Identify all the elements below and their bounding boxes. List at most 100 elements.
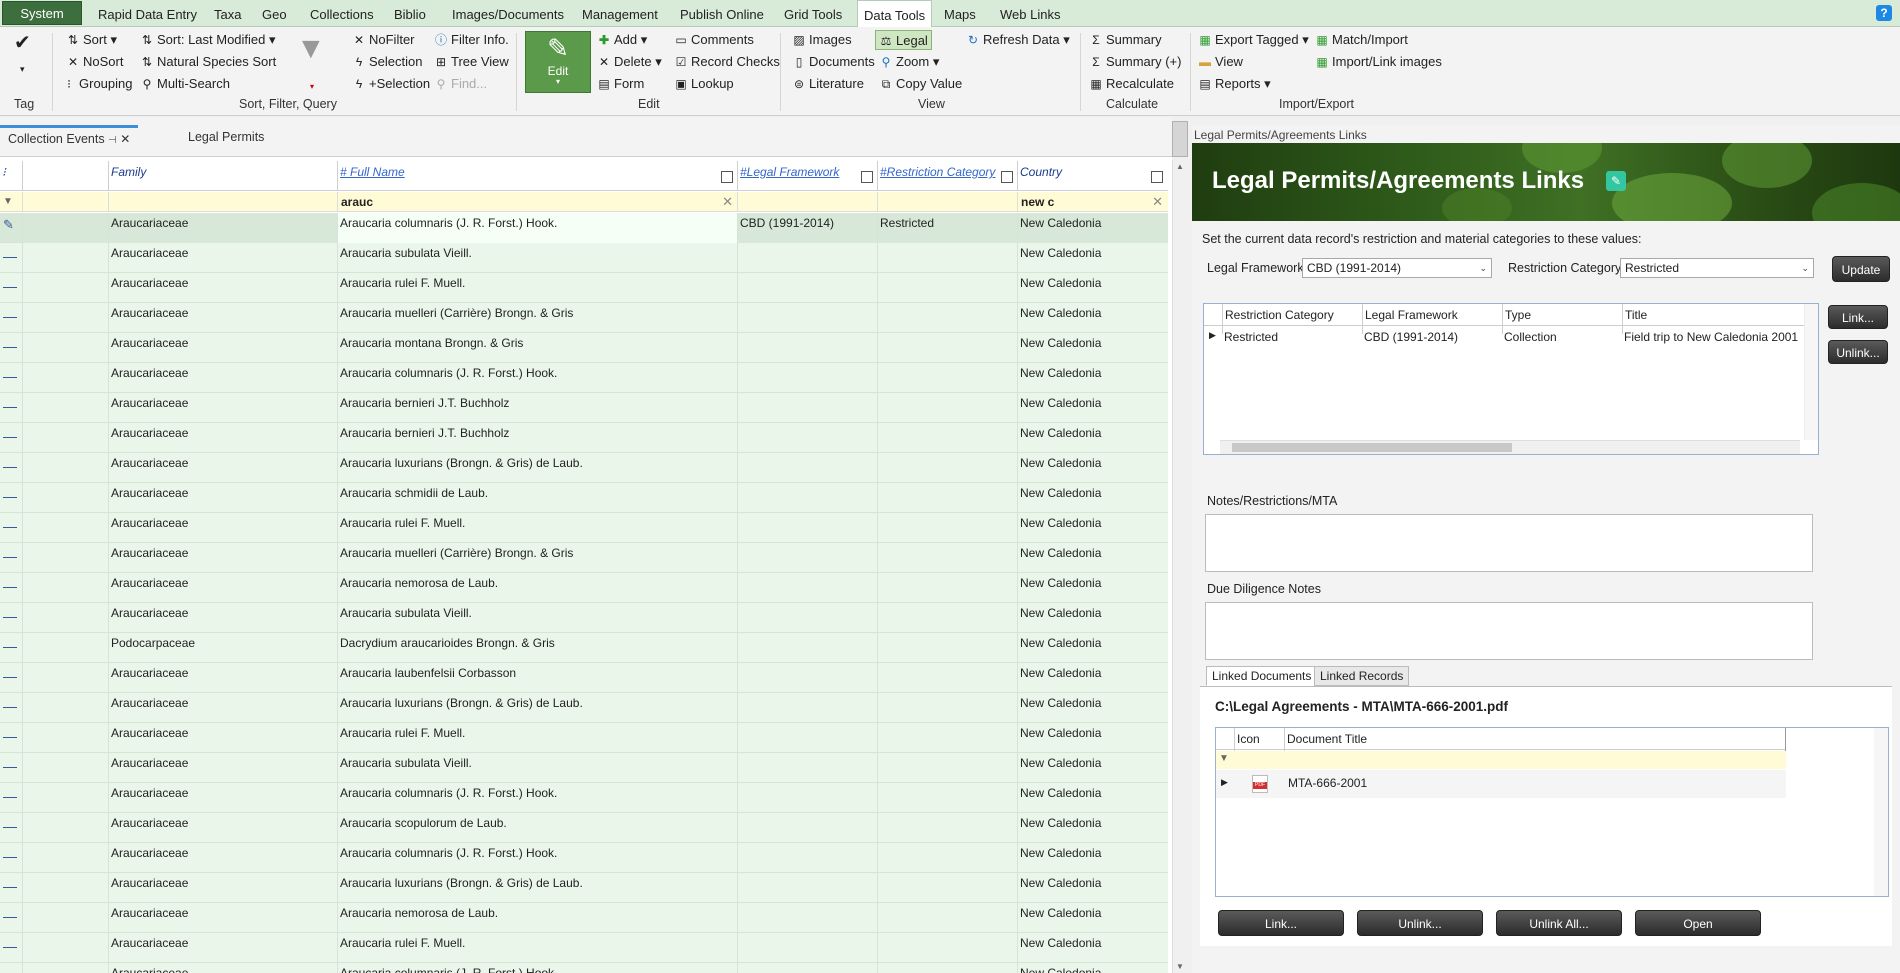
row-blank-cell[interactable] (22, 423, 108, 453)
cell-country[interactable]: New Caledonia (1017, 483, 1167, 513)
table-row[interactable]: Araucariaceae Araucaria muelleri (Carrièr… (0, 303, 1168, 333)
tag-checkmark-icon[interactable]: ✔ (14, 33, 31, 53)
row-blank-cell[interactable] (22, 963, 108, 973)
tab-data-tools[interactable]: Data Tools (857, 0, 933, 28)
cell-family[interactable]: Araucariaceae (108, 693, 337, 723)
tab-management[interactable]: Management (576, 0, 664, 27)
cell-restriction[interactable] (877, 333, 1017, 363)
cell-family[interactable]: Araucariaceae (108, 963, 337, 973)
table-row[interactable]: ✎ Araucariaceae Araucaria columnaris (J. R… (0, 213, 1168, 243)
funnel-dropdown-icon[interactable]: ▾ (310, 77, 314, 97)
cell-restriction[interactable] (877, 483, 1017, 513)
cell-full_name[interactable]: Araucaria subulata Vieill. (337, 753, 737, 783)
cell-legal_framework[interactable] (737, 243, 877, 273)
cell-family[interactable]: Araucariaceae (108, 423, 337, 453)
cell-full_name[interactable]: Araucaria luxurians (Brongn. & Gris) de … (337, 453, 737, 483)
table-row[interactable]: Araucariaceae Araucaria columnaris (J. R.… (0, 963, 1168, 973)
links-vertical-scrollbar[interactable] (1804, 304, 1818, 440)
filter-cell[interactable] (877, 192, 1017, 212)
lookup-button[interactable]: ▣ Lookup (674, 74, 733, 94)
legal-framework-select[interactable]: CBD (1991-2014) ⌄ (1302, 258, 1492, 278)
cell-legal_framework[interactable] (737, 693, 877, 723)
row-header-corner[interactable]: ⁝ (0, 161, 22, 191)
natural-species-sort-button[interactable]: ⇅ Natural Species Sort (140, 52, 276, 72)
reports-button[interactable]: ▤ Reports ▾ (1198, 74, 1270, 94)
cell-full_name[interactable]: Araucaria subulata Vieill. (337, 603, 737, 633)
cell-family[interactable]: Araucariaceae (108, 933, 337, 963)
cell-restriction[interactable] (877, 813, 1017, 843)
row-blank-cell[interactable] (22, 723, 108, 753)
cell-restriction[interactable] (877, 453, 1017, 483)
cell-restriction[interactable] (877, 393, 1017, 423)
cell-full_name[interactable]: Araucaria montana Brongn. & Gris (337, 333, 737, 363)
cell-legal_framework[interactable] (737, 723, 877, 753)
table-row[interactable]: Araucariaceae Araucaria schmidii de Laub.… (0, 483, 1168, 513)
comments-button[interactable]: ▭ Comments (674, 30, 754, 50)
row-blank-cell[interactable] (22, 363, 108, 393)
cell-legal_framework[interactable] (737, 813, 877, 843)
row-expand-icon[interactable]: ▶ (1209, 330, 1216, 341)
close-icon[interactable]: ✕ (120, 132, 130, 146)
cell-full_name[interactable]: Araucaria nemorosa de Laub. (337, 573, 737, 603)
row-blank-cell[interactable] (22, 333, 108, 363)
clear-filter-icon[interactable]: ✕ (1152, 192, 1163, 212)
cell-legal_framework[interactable] (737, 843, 877, 873)
row-blank-cell[interactable] (22, 873, 108, 903)
tree-view-button[interactable]: ⊞ Tree View (434, 52, 509, 72)
row-blank-cell[interactable] (22, 303, 108, 333)
cell-country[interactable]: New Caledonia (1017, 573, 1167, 603)
grouping-button[interactable]: ⁝ Grouping (62, 74, 132, 94)
view-button[interactable]: ▬ View (1198, 52, 1243, 72)
cell-full_name[interactable]: Araucaria luxurians (Brongn. & Gris) de … (337, 873, 737, 903)
cell-family[interactable]: Araucariaceae (108, 603, 337, 633)
legal-button[interactable]: ⚖ Legal (875, 30, 932, 50)
links-horizontal-scrollbar[interactable] (1220, 440, 1800, 454)
due-diligence-textarea[interactable] (1205, 602, 1813, 660)
cell-full_name[interactable]: Araucaria columnaris (J. R. Forst.) Hook… (337, 783, 737, 813)
tab-biblio[interactable]: Biblio (388, 0, 432, 27)
filter-cell[interactable] (108, 192, 337, 212)
tab-geo[interactable]: Geo (256, 0, 293, 27)
doc-link-button[interactable]: Link... (1218, 910, 1344, 936)
row-blank-cell[interactable] (22, 603, 108, 633)
cell-country[interactable]: New Caledonia (1017, 273, 1167, 303)
cell-restriction[interactable] (877, 633, 1017, 663)
tab-collections[interactable]: Collections (304, 0, 380, 27)
zoom-button[interactable]: ⚲ Zoom ▾ (879, 52, 940, 72)
cell-full_name[interactable]: Araucaria columnaris (J. R. Forst.) Hook… (337, 213, 737, 243)
sort-button[interactable]: ⇅ Sort ▾ (66, 30, 117, 50)
cell-legal_framework[interactable] (737, 573, 877, 603)
cell-full_name[interactable]: Araucaria columnaris (J. R. Forst.) Hook… (337, 843, 737, 873)
nosort-button[interactable]: ✕ NoSort (66, 52, 124, 72)
filter-full-name[interactable]: arauc ✕ (337, 192, 737, 212)
cell-family[interactable]: Araucariaceae (108, 303, 337, 333)
form-button[interactable]: ▤ Form (597, 74, 644, 94)
row-blank-cell[interactable] (22, 573, 108, 603)
cell-legal_framework[interactable] (737, 603, 877, 633)
cell-country[interactable]: New Caledonia (1017, 963, 1167, 973)
cell-restriction[interactable] (877, 753, 1017, 783)
cell-full_name[interactable]: Araucaria subulata Vieill. (337, 243, 737, 273)
cell-full_name[interactable]: Araucaria muelleri (Carrière) Brongn. & … (337, 543, 737, 573)
cell-restriction[interactable] (877, 543, 1017, 573)
documents-vertical-scrollbar[interactable] (1874, 728, 1888, 896)
cell-full_name[interactable]: Araucaria schmidii de Laub. (337, 483, 737, 513)
record-checks-button[interactable]: ☑ Record Checks (674, 52, 780, 72)
row-blank-cell[interactable] (22, 393, 108, 423)
cell-family[interactable]: Araucariaceae (108, 723, 337, 753)
cell-country[interactable]: New Caledonia (1017, 213, 1167, 243)
filter-info-button[interactable]: ⓘ Filter Info. (434, 30, 509, 50)
cell-legal_framework[interactable] (737, 453, 877, 483)
row-blank-cell[interactable] (22, 813, 108, 843)
table-row[interactable]: Araucariaceae Araucaria rulei F. Muell. Ne… (0, 273, 1168, 303)
cell-legal_framework[interactable] (737, 633, 877, 663)
cell-legal_framework[interactable] (737, 963, 877, 973)
row-blank-cell[interactable] (22, 273, 108, 303)
cell-family[interactable]: Araucariaceae (108, 813, 337, 843)
cell-country[interactable]: New Caledonia (1017, 363, 1167, 393)
cell-legal_framework[interactable] (737, 663, 877, 693)
cell-legal_framework[interactable] (737, 333, 877, 363)
row-blank-cell[interactable] (22, 633, 108, 663)
cell-full_name[interactable]: Araucaria rulei F. Muell. (337, 273, 737, 303)
cell-full_name[interactable]: Araucaria laubenfelsii Corbasson (337, 663, 737, 693)
